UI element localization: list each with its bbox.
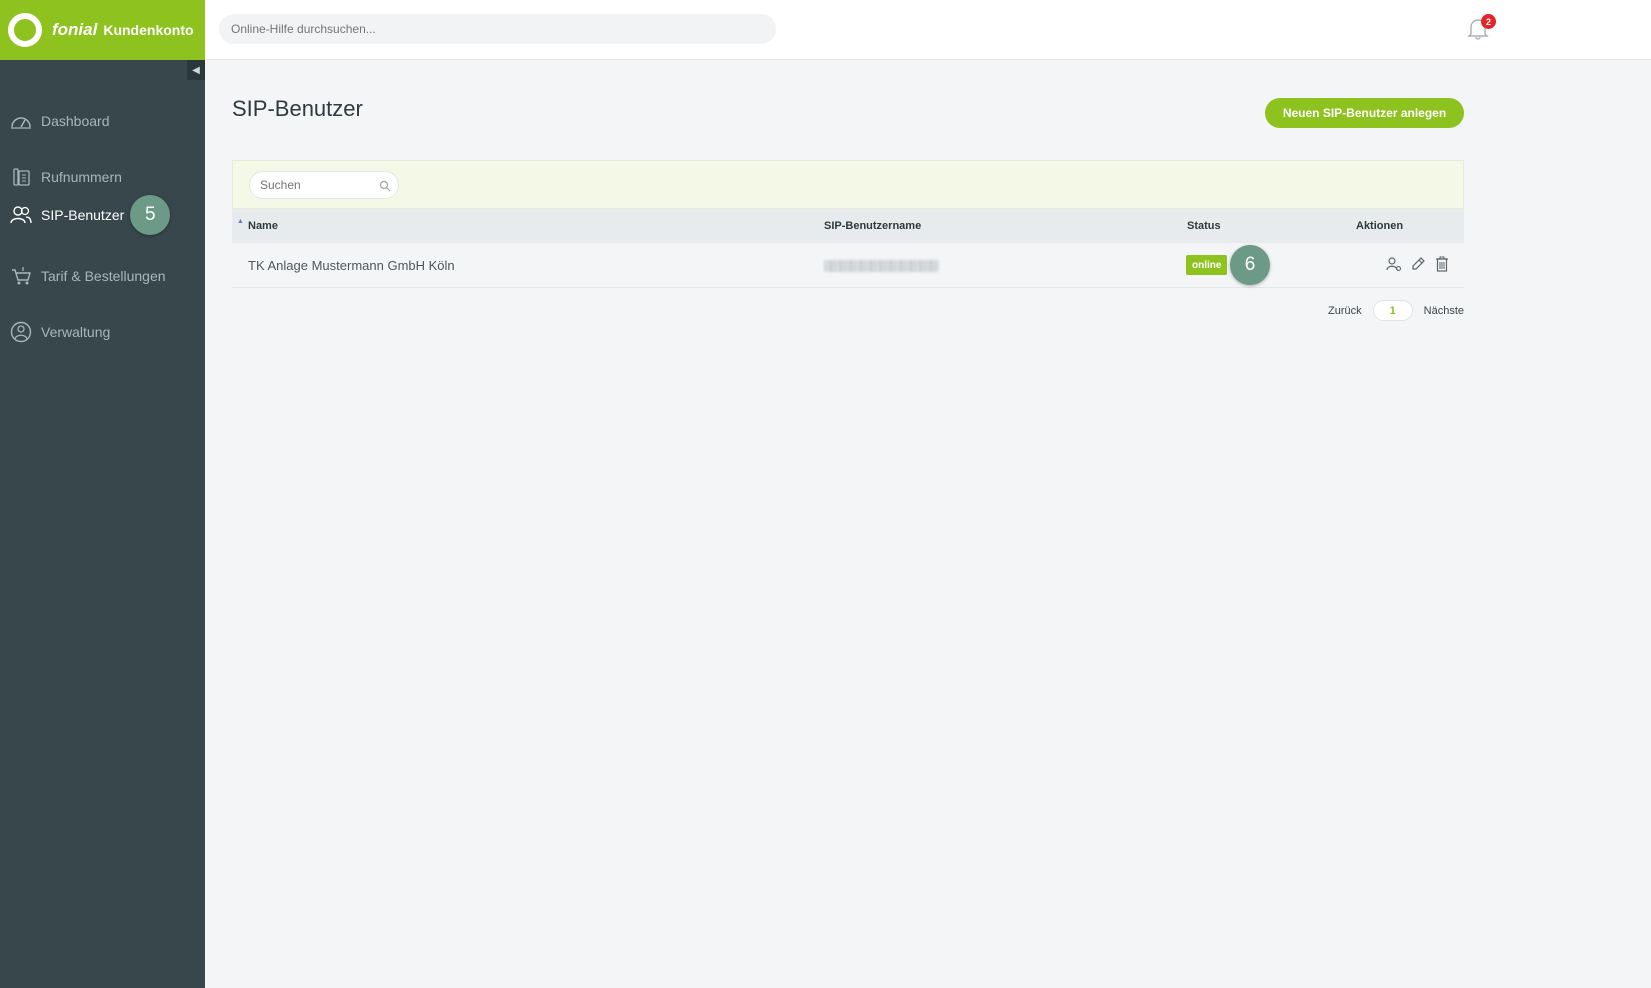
delete-icon[interactable] (1433, 255, 1451, 273)
sidebar-item-label: Rufnummern (41, 169, 122, 185)
page-title: SIP-Benutzer (232, 96, 363, 121)
sidebar-item-rufnummern[interactable]: Rufnummern (10, 162, 122, 192)
phone-book-icon (10, 166, 32, 188)
brand-bar[interactable]: fonial Kundenkonto (0, 0, 205, 60)
speedometer-icon (10, 110, 32, 132)
search-icon (379, 179, 393, 193)
sidebar: fonial Kundenkonto ◀ Dashboard Rufnummer… (0, 0, 205, 988)
column-header-name[interactable]: Name (248, 220, 278, 232)
pagination-current-page[interactable]: 1 (1372, 300, 1413, 321)
table-row[interactable]: TK Anlage Mustermann GmbH Köln online 6 (232, 243, 1464, 288)
pagination-prev-link[interactable]: Zurück (1328, 305, 1362, 317)
column-header-actions: Aktionen (1356, 220, 1404, 232)
notifications-button[interactable]: 2 (1467, 14, 1496, 44)
sidebar-item-sip-benutzer[interactable]: SIP-Benutzer 5 (10, 195, 171, 235)
sort-ascending-icon[interactable]: ▲ (237, 218, 244, 225)
column-header-status[interactable]: Status (1187, 220, 1221, 232)
users-icon (10, 204, 32, 226)
table-search-input[interactable] (249, 171, 399, 199)
sidebar-item-tarif-bestellungen[interactable]: Tarif & Bestellungen (10, 261, 166, 291)
table-filter-bar (232, 160, 1464, 209)
brand-name: fonial (52, 20, 98, 39)
top-bar: 2 (205, 0, 1651, 60)
help-search-input[interactable] (219, 14, 776, 44)
sidebar-item-label: Verwaltung (41, 324, 111, 340)
sidebar-item-label: Dashboard (41, 113, 110, 129)
table-header: ▲ Name SIP-Benutzername Status Aktionen (232, 209, 1464, 243)
step-marker-badge: 5 (130, 195, 171, 235)
cart-icon (10, 265, 32, 287)
sidebar-item-label: SIP-Benutzer (41, 207, 125, 223)
user-circle-icon (10, 321, 32, 343)
user-settings-icon[interactable] (1385, 255, 1403, 273)
pagination: Zurück 1 Nächste (1328, 300, 1464, 321)
bell-icon (1467, 19, 1489, 44)
sidebar-item-dashboard[interactable]: Dashboard (10, 106, 110, 136)
sidebar-item-verwaltung[interactable]: Verwaltung (10, 317, 110, 347)
row-name: TK Anlage Mustermann GmbH Köln (248, 258, 455, 273)
step-marker-badge: 6 (1230, 245, 1270, 285)
sidebar-item-label: Tarif & Bestellungen (41, 268, 166, 284)
status-badge: online (1186, 255, 1228, 275)
sidebar-collapse-button[interactable]: ◀ (187, 60, 205, 80)
brand-subtitle: Kundenkonto (103, 22, 194, 38)
pagination-next-link[interactable]: Nächste (1424, 305, 1464, 317)
notification-count-badge: 2 (1481, 14, 1496, 29)
fonial-logo-icon (8, 13, 42, 47)
redacted-sip-username (824, 260, 939, 272)
column-header-username[interactable]: SIP-Benutzername (824, 220, 921, 232)
edit-icon[interactable] (1409, 255, 1427, 273)
add-sip-user-button[interactable]: Neuen SIP-Benutzer anlegen (1265, 98, 1464, 128)
